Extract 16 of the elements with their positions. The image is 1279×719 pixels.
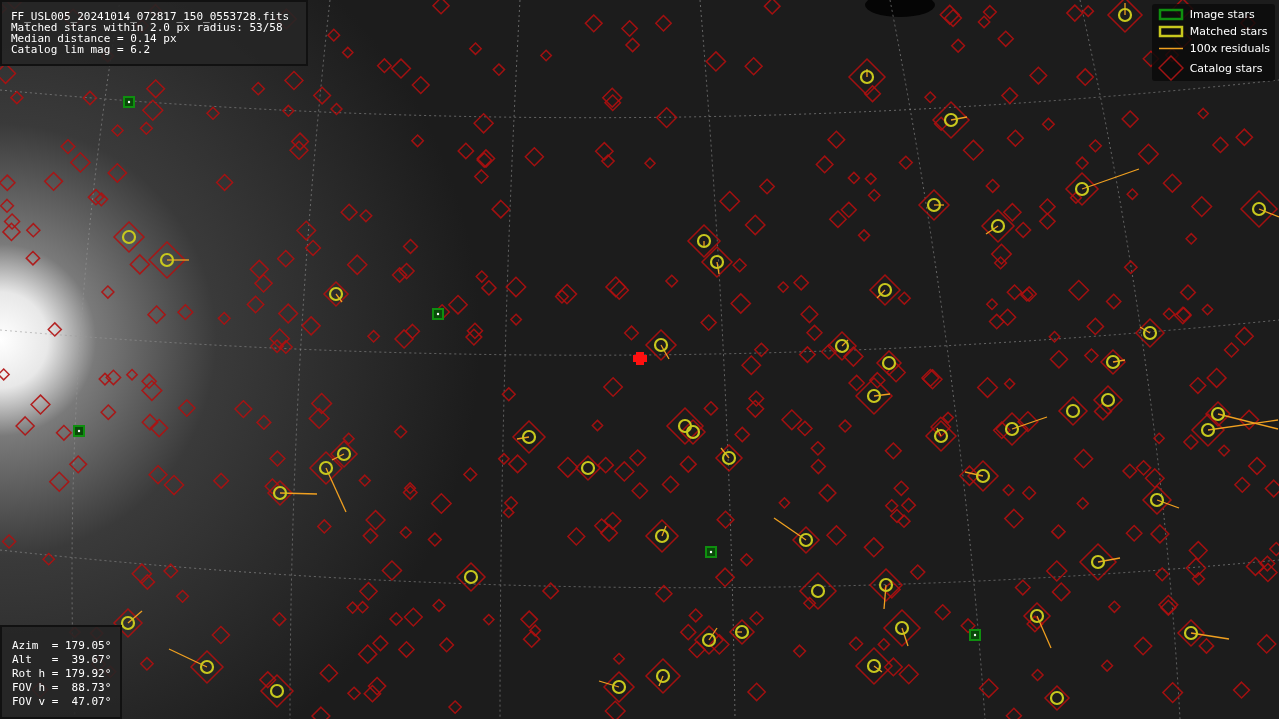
info-text: Catalog lim mag = 6.2 bbox=[11, 44, 152, 55]
pointing-text: FOV h = 88.73° bbox=[12, 681, 112, 695]
diamond-icon bbox=[1157, 55, 1184, 81]
info-text: Median distance = 0.14 px bbox=[11, 33, 177, 44]
square-marker-icon bbox=[1157, 7, 1184, 22]
rectangle-marker-icon bbox=[1157, 24, 1184, 39]
info-text: Matched stars within 2.0 px radius: 53/58 bbox=[11, 22, 283, 33]
legend-label: Image stars bbox=[1189, 8, 1255, 21]
legend-label: Catalog stars bbox=[1189, 61, 1263, 75]
pointing-text: Alt = 39.67° bbox=[12, 653, 112, 667]
pointing-text: Azim = 179.05° bbox=[12, 639, 112, 653]
info-text: FF_USL005_20241014_072817_150_0553728.fits bbox=[11, 11, 291, 22]
legend-label: Matched stars bbox=[1189, 25, 1268, 38]
pointing-text: FOV v = 47.07° bbox=[12, 695, 112, 709]
pointing-text: Rot h = 179.92° bbox=[12, 667, 112, 681]
legend-label: 100x residuals bbox=[1189, 42, 1270, 55]
